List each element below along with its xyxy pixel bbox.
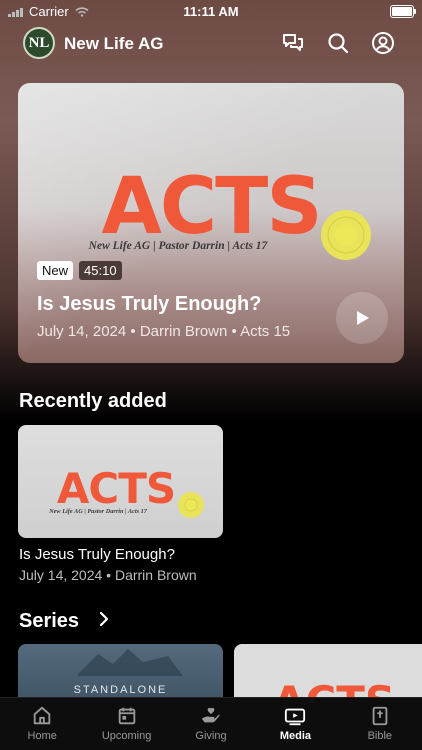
play-icon [357, 311, 369, 325]
tab-label: Media [279, 730, 312, 742]
recent-sermon-card[interactable]: ACTS New Life AG | Pastor Darrin | Acts … [18, 425, 223, 538]
recently-added-heading: Recently added [19, 390, 167, 412]
art-title: ACTS [102, 162, 321, 252]
art-subtitle: New Life AG | Pastor Darrin | Acts 17 [88, 240, 269, 252]
play-button[interactable] [336, 292, 388, 344]
series-card-acts[interactable]: ACTS [234, 644, 422, 704]
recent-sermon-title: Is Jesus Truly Enough? [19, 546, 175, 563]
series-artwork: ACTS [273, 677, 395, 704]
recent-seal-icon [178, 492, 204, 518]
battery-icon [390, 5, 416, 18]
search-icon[interactable] [326, 31, 350, 55]
series-label: STANDALONE [73, 684, 168, 696]
tab-bar: Home Upcoming Giving Media Bible [0, 697, 422, 750]
tab-media[interactable]: Media [253, 698, 337, 750]
tab-bible[interactable]: Bible [338, 698, 422, 750]
recent-sermon-meta: July 14, 2024 • Darrin Brown [19, 567, 197, 583]
home-icon [33, 706, 51, 725]
featured-meta: July 14, 2024 • Darrin Brown • Acts 15 [37, 323, 291, 340]
status-bar: Carrier 11:11 AM [0, 0, 422, 22]
duration-badge: 45:10 [79, 261, 122, 280]
media-play-icon [285, 708, 306, 726]
tab-upcoming[interactable]: Upcoming [84, 698, 168, 750]
church-logo[interactable]: NL [23, 27, 55, 59]
chevron-right-icon[interactable] [98, 611, 110, 627]
calendar-icon [118, 707, 135, 725]
tab-home[interactable]: Home [0, 698, 84, 750]
app-title: New Life AG [64, 34, 164, 53]
new-badge: New [37, 261, 74, 280]
seal-icon [321, 210, 371, 260]
bible-icon [372, 706, 388, 726]
tab-label: Home [27, 730, 57, 742]
badge-row: New 45:10 [37, 261, 122, 280]
app-header: NL New Life AG [0, 26, 422, 62]
series-heading[interactable]: Series [19, 610, 79, 633]
tab-label: Bible [367, 730, 393, 742]
tab-label: Giving [195, 730, 227, 742]
tab-giving[interactable]: Giving [169, 698, 253, 750]
recent-art-title: ACTS [57, 464, 175, 513]
giving-hand-icon [201, 707, 220, 723]
featured-sermon-card[interactable]: ACTS New Life AG | Pastor Darrin | Acts … [18, 83, 404, 363]
featured-title: Is Jesus Truly Enough? [37, 293, 262, 315]
tab-label: Upcoming [101, 730, 152, 742]
profile-icon[interactable] [371, 31, 395, 55]
recent-art-subtitle: New Life AG | Pastor Darrin | Acts 17 [48, 508, 148, 515]
messages-icon[interactable] [281, 31, 305, 55]
clock: 11:11 AM [183, 4, 239, 19]
recent-artwork: ACTS New Life AG | Pastor Darrin | Acts … [48, 464, 204, 518]
series-card-standalone[interactable]: STANDALONE [18, 644, 223, 704]
